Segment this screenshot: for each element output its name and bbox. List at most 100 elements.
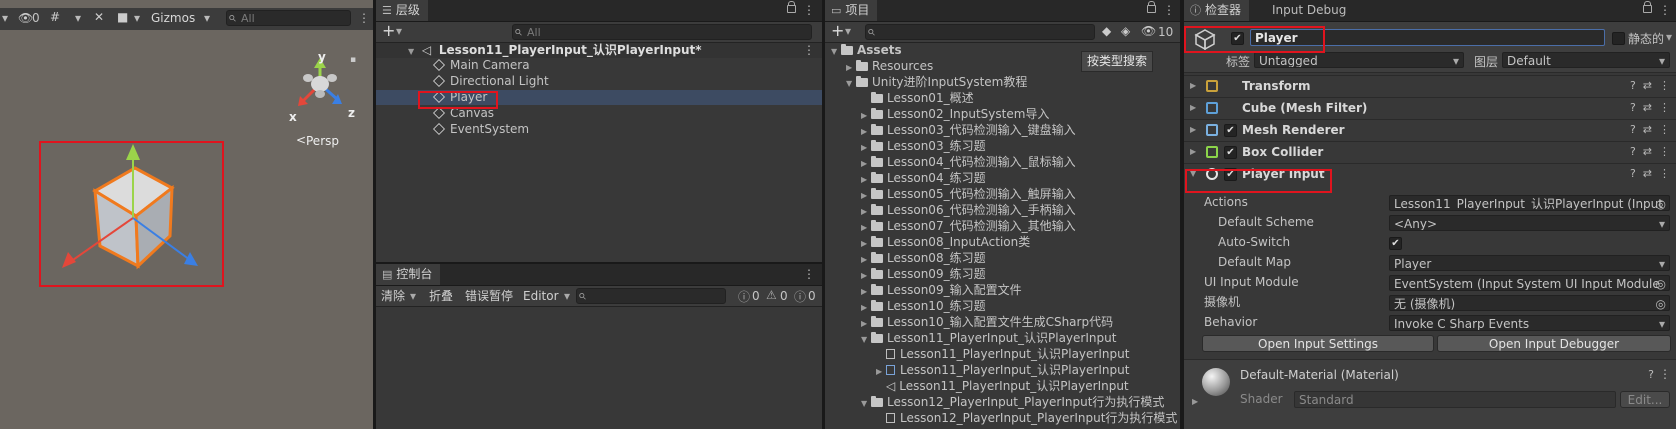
dropdown-arrow-icon[interactable]: ▾ (2, 11, 8, 25)
component-header[interactable]: ▶ ✔ Mesh Renderer? ⇄ ⋮ (1184, 119, 1676, 140)
help-icon[interactable]: ? (1630, 145, 1636, 158)
more-options-icon[interactable]: ⋮ (358, 12, 370, 24)
create-dropdown-icon[interactable]: ▾ (396, 24, 402, 38)
open-input-debugger-button[interactable]: Open Input Debugger (1437, 335, 1671, 352)
scene-options-icon[interactable]: ⋮ (803, 44, 815, 56)
console-search-input[interactable] (576, 288, 726, 304)
static-dropdown-icon[interactable]: ▾ (1666, 30, 1672, 44)
expand-triangle-icon[interactable]: ▶ (846, 60, 856, 75)
create-button[interactable]: + (382, 21, 395, 40)
project-tree-item[interactable]: ▶ Lesson04_代码检测输入_鼠标输入 (825, 155, 1180, 170)
tab-console[interactable]: ▤ 控制台 (376, 264, 441, 285)
material-options-icon[interactable]: ⋮ (1659, 368, 1671, 380)
property-value-field[interactable]: Player (1389, 255, 1670, 271)
expand-triangle-icon[interactable] (876, 348, 886, 363)
expand-triangle-icon[interactable]: ▼ (408, 44, 418, 59)
component-header[interactable]: ▶ Cube (Mesh Filter)? ⇄ ⋮ (1184, 97, 1676, 118)
camera-icon[interactable]: ■ (117, 10, 128, 24)
help-icon[interactable]: ? (1648, 368, 1654, 381)
static-checkbox[interactable] (1612, 32, 1625, 45)
property-value-field[interactable]: 无 (摄像机) ◎ (1389, 295, 1670, 311)
project-tree-item[interactable]: ◁ Lesson11_PlayerInput_认识PlayerInput (825, 379, 1180, 394)
preset-icon[interactable]: ⇄ (1643, 167, 1652, 180)
expand-triangle-icon[interactable]: ▶ (861, 268, 871, 283)
project-tree-item[interactable]: ▶ Lesson10_练习题 (825, 299, 1180, 314)
editor-dropdown-icon[interactable]: ▾ (564, 289, 570, 303)
property-value-field[interactable]: Invoke C Sharp Events (1389, 315, 1670, 331)
editor-dropdown[interactable]: Editor (520, 286, 562, 306)
material-expand-icon[interactable]: ▶ (1192, 397, 1198, 406)
project-tree-item[interactable]: Lesson01_概述 (825, 91, 1180, 106)
property-value-field[interactable]: <Any> (1389, 215, 1670, 231)
expand-triangle-icon[interactable]: ▶ (876, 364, 886, 379)
clear-button[interactable]: 清除 (378, 286, 408, 306)
preset-icon[interactable]: ⇄ (1643, 123, 1652, 136)
expand-triangle-icon[interactable]: ▼ (861, 396, 871, 411)
expand-triangle-icon[interactable]: ▶ (861, 284, 871, 299)
shader-dropdown[interactable]: Standard (1294, 391, 1616, 408)
lock-icon[interactable] (1147, 1, 1156, 13)
project-tree-item[interactable]: ▶ Lesson06_代码检测输入_手柄输入 (825, 203, 1180, 218)
project-tree-item[interactable]: ▼ Unity进阶InputSystem教程 (825, 75, 1180, 90)
help-icon[interactable]: ? (1630, 167, 1636, 180)
expand-triangle-icon[interactable]: ▶ (861, 300, 871, 315)
more-options-icon[interactable]: ⋮ (803, 4, 815, 16)
project-tree-item[interactable]: Lesson12_PlayerInput_PlayerInput行为执行模式 (825, 411, 1180, 426)
expand-triangle-icon[interactable]: ▶ (861, 140, 871, 155)
preset-icon[interactable]: ⇄ (1643, 79, 1652, 92)
expand-triangle-icon[interactable]: ▶ (861, 156, 871, 171)
collapse-button[interactable]: 折叠 (426, 286, 456, 306)
scene-search-input[interactable]: All (226, 10, 351, 26)
error-count-icon[interactable]: ⓘ (794, 288, 806, 305)
preset-icon[interactable]: ⇄ (1643, 145, 1652, 158)
expand-triangle-icon[interactable]: ▶ (861, 236, 871, 251)
expand-triangle-icon[interactable]: ▶ (861, 172, 871, 187)
expand-triangle-icon[interactable]: ▶ (861, 220, 871, 235)
context-menu-icon[interactable]: ⋮ (1659, 79, 1670, 92)
hierarchy-search-input[interactable]: All (512, 24, 812, 40)
open-input-settings-button[interactable]: Open Input Settings (1202, 335, 1434, 352)
project-tree-item[interactable]: ▶ Lesson02_InputSystem导入 (825, 107, 1180, 122)
context-menu-icon[interactable]: ⋮ (1659, 145, 1670, 158)
context-menu-icon[interactable]: ⋮ (1659, 167, 1670, 180)
expand-triangle-icon[interactable]: ▼ (846, 76, 856, 91)
expand-triangle-icon[interactable]: ▶ (861, 188, 871, 203)
component-header[interactable]: ▶ Transform? ⇄ ⋮ (1184, 75, 1676, 96)
project-tree-item[interactable]: ▶ Lesson05_代码检测输入_触屏输入 (825, 187, 1180, 202)
more-options-icon[interactable]: ⋮ (803, 268, 815, 280)
expand-triangle-icon[interactable]: ▶ (861, 124, 871, 139)
component-actions[interactable]: ? ⇄ ⋮ (1630, 98, 1670, 118)
expand-triangle-icon[interactable] (876, 380, 886, 395)
log-count-icon[interactable]: ⓘ (738, 288, 750, 305)
project-tree-item[interactable]: ▶ Lesson03_练习题 (825, 139, 1180, 154)
help-icon[interactable]: ? (1630, 79, 1636, 92)
expand-triangle-icon[interactable] (861, 92, 871, 107)
expand-triangle-icon[interactable] (876, 412, 886, 427)
object-picker-icon[interactable]: ◎ (1656, 276, 1666, 290)
component-header[interactable]: ▶ ✔ Box Collider? ⇄ ⋮ (1184, 141, 1676, 162)
hierarchy-item[interactable]: EventSystem (376, 122, 822, 137)
expand-triangle-icon[interactable]: ▼ (861, 332, 871, 347)
expand-triangle-icon[interactable]: ▶ (861, 252, 871, 267)
hidden-packages-icon[interactable]: 👁 (1141, 24, 1156, 38)
project-tree-item[interactable]: Lesson11_PlayerInput_认识PlayerInput (825, 347, 1180, 362)
grid-dropdown-icon[interactable]: ▾ (75, 11, 81, 25)
component-actions[interactable]: ? ⇄ ⋮ (1630, 164, 1670, 184)
gizmos-button[interactable]: Gizmos (151, 11, 195, 25)
object-picker-icon[interactable]: ◎ (1656, 296, 1666, 310)
persp-label[interactable]: Persp (306, 134, 339, 148)
project-tree-item[interactable]: ▶ Lesson03_代码检测输入_键盘输入 (825, 123, 1180, 138)
project-tree-item[interactable]: ▶ Lesson09_练习题 (825, 267, 1180, 282)
component-actions[interactable]: ? ⇄ ⋮ (1630, 76, 1670, 96)
lock-icon[interactable] (1643, 1, 1652, 13)
hierarchy-item[interactable]: Directional Light (376, 74, 822, 89)
auto-switch-checkbox[interactable]: ✔ (1389, 237, 1402, 250)
tab-project[interactable]: ▭ 项目 (825, 0, 878, 21)
lock-icon[interactable]: ▪ (350, 55, 356, 65)
error-pause-button[interactable]: 错误暂停 (462, 286, 516, 306)
more-options-icon[interactable]: ⋮ (1163, 4, 1175, 16)
filter-label-icon[interactable]: ◈ (1121, 24, 1130, 38)
warning-count-icon[interactable]: ⚠ (766, 288, 777, 302)
help-icon[interactable]: ? (1630, 101, 1636, 114)
component-enabled-checkbox[interactable]: ✔ (1224, 146, 1237, 159)
